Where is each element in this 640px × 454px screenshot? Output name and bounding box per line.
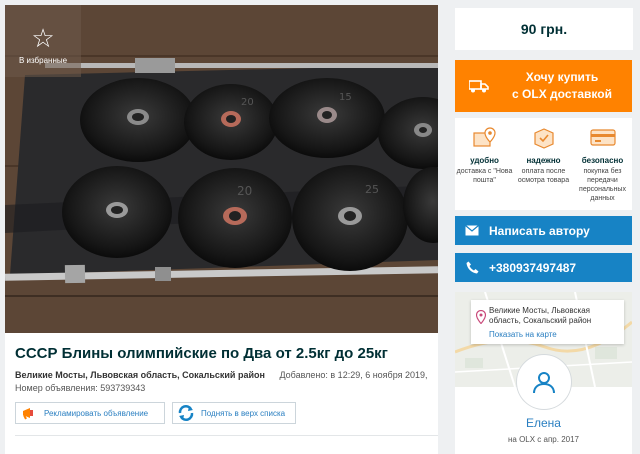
buy-line2: с OLX доставкой: [512, 87, 612, 101]
ad-title: СССР Блины олимпийские по Два от 2.5кг д…: [15, 345, 388, 362]
star-outline-icon: ☆: [31, 23, 55, 53]
delivery-benefits: удобно доставка с "Нова пошта" надежно о…: [455, 118, 632, 210]
ad-main-panel: 20 15 20 25 ☆ В избранные СССР Блины оли…: [5, 5, 438, 454]
box-check-icon: [515, 124, 572, 150]
phone-number: +380937497487: [489, 260, 577, 275]
benefit-reliable: надежно оплата после осмотра товара: [515, 124, 572, 185]
advertise-label: Рекламировать объявление: [44, 408, 149, 418]
price: 90 грн.: [455, 8, 633, 50]
card-icon: [574, 124, 631, 150]
favorite-label: В избранные: [18, 56, 68, 65]
map-pin-icon: [475, 309, 487, 329]
show-phone-button[interactable]: +380937497487: [455, 253, 632, 282]
message-author-button[interactable]: Написать автору: [455, 216, 632, 245]
ad-meta: Великие Мосты, Львовская область, Сокаль…: [15, 370, 428, 380]
raise-label: Поднять в верх списка: [201, 408, 286, 418]
truck-icon: [455, 79, 503, 93]
location-box-icon: [456, 124, 513, 150]
advertise-button[interactable]: Рекламировать объявление: [15, 402, 165, 424]
benefit-convenient: удобно доставка с "Нова пошта": [456, 124, 513, 185]
benefit-safe: безопасно покупка без передачи персональ…: [574, 124, 631, 203]
message-author-label: Написать автору: [489, 223, 590, 238]
benefit-title: надежно: [526, 156, 561, 165]
map-address-card: Великие Мосты, Львовская область, Сокаль…: [471, 300, 624, 344]
svg-text:25: 25: [365, 183, 379, 196]
benefit-desc: покупка без передачи персональных данных: [579, 168, 626, 202]
benefit-desc: доставка с "Нова пошта": [456, 168, 513, 184]
ad-location: Великие Мосты, Львовская область, Сокаль…: [15, 370, 265, 380]
phone-icon: [455, 261, 489, 274]
svg-text:20: 20: [237, 184, 252, 198]
ad-added-date: Добавлено: в 12:29, 6 ноября 2019,: [279, 370, 428, 380]
buy-with-delivery-button[interactable]: Хочу купить с OLX доставкой: [455, 60, 632, 112]
raise-button[interactable]: Поднять в верх списка: [172, 402, 296, 424]
ad-number: Номер объявления: 593739343: [15, 383, 146, 393]
benefit-title: удобно: [470, 156, 499, 165]
svg-text:20: 20: [241, 97, 254, 108]
seller-name[interactable]: Елена: [455, 416, 632, 430]
user-icon: [533, 372, 555, 394]
map-address: Великие Мосты, Львовская область, Сокаль…: [489, 306, 592, 325]
buy-button-text: Хочу купить с OLX доставкой: [503, 69, 621, 103]
divider: [15, 435, 438, 436]
svg-text:15: 15: [339, 92, 352, 103]
benefit-title: безопасно: [581, 156, 624, 165]
show-on-map-link[interactable]: Показать на карте: [489, 330, 557, 339]
buy-line1: Хочу купить: [525, 70, 599, 84]
megaphone-icon: [20, 404, 38, 422]
envelope-icon: [455, 225, 489, 236]
seller-since: на OLX с апр. 2017: [507, 435, 579, 444]
ad-photo[interactable]: 20 15 20 25 ☆ В избранные: [5, 5, 438, 333]
avatar[interactable]: [517, 355, 571, 409]
refresh-arrows-icon: [177, 404, 195, 422]
favorite-button[interactable]: ☆ В избранные: [5, 5, 81, 77]
benefit-desc: оплата после осмотра товара: [517, 168, 570, 184]
